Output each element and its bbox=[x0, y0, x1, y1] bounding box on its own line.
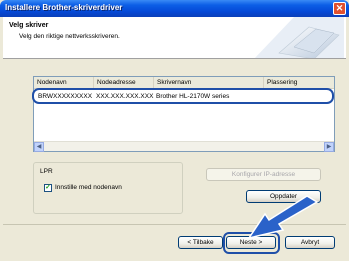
node-name-checkbox-label[interactable]: Innstille med nodenavn bbox=[55, 184, 122, 191]
window-title: Installere Brother-skriverdriver bbox=[5, 3, 123, 12]
lpr-group: LPR ✓ Innstille med nodenavn bbox=[33, 162, 183, 214]
pointer-arrow-icon bbox=[247, 195, 319, 240]
column-header[interactable]: Nodenavn bbox=[34, 77, 94, 88]
checkmark-icon: ✓ bbox=[45, 184, 51, 191]
lpr-group-label: LPR bbox=[40, 168, 53, 175]
close-button[interactable]: ✕ bbox=[333, 2, 346, 15]
scroll-left-button[interactable]: ◀ bbox=[34, 142, 44, 152]
printer-graphic bbox=[254, 17, 344, 58]
wizard-header: Velg skriver Velg den riktige nettverkss… bbox=[3, 17, 346, 59]
installer-window: Installere Brother-skriverdriver ✕ Velg … bbox=[0, 0, 349, 261]
back-button[interactable]: < Tilbake bbox=[178, 236, 223, 249]
printer-list[interactable]: Nodenavn Nodeadresse Skrivernavn Plasser… bbox=[32, 76, 335, 152]
chevron-right-icon: ▶ bbox=[326, 144, 332, 150]
close-icon: ✕ bbox=[335, 3, 344, 13]
column-header[interactable]: Nodeadresse bbox=[94, 77, 154, 88]
chevron-left-icon: ◀ bbox=[36, 144, 42, 150]
horizontal-scrollbar[interactable]: ◀ ▶ bbox=[34, 141, 334, 152]
node-name-checkbox[interactable]: ✓ bbox=[44, 184, 52, 192]
column-header[interactable]: Skrivernavn bbox=[154, 77, 264, 88]
wizard-body: Nodenavn Nodeadresse Skrivernavn Plasser… bbox=[3, 60, 346, 258]
title-bar[interactable]: Installere Brother-skriverdriver ✕ bbox=[0, 0, 349, 17]
column-header[interactable]: Plassering bbox=[264, 77, 334, 88]
header-subtitle: Velg den riktige nettverksskriveren. bbox=[19, 33, 120, 40]
row-highlight-outline bbox=[32, 88, 334, 104]
scroll-right-button[interactable]: ▶ bbox=[324, 142, 334, 152]
configure-ip-button[interactable]: Konfigurer IP-adresse bbox=[206, 168, 321, 181]
header-title: Velg skriver bbox=[9, 22, 49, 29]
